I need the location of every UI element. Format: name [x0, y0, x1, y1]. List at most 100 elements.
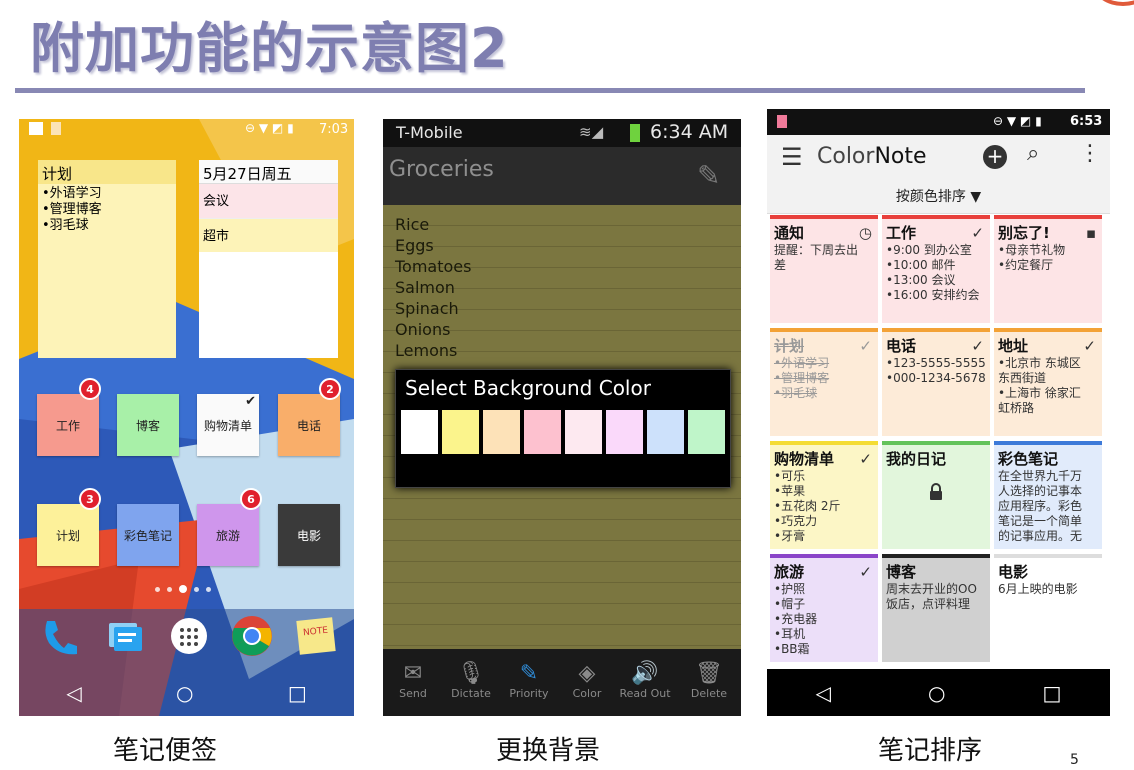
grocery-item: Eggs [395, 236, 434, 255]
notification-icon [777, 115, 787, 128]
status-icons: ⊖ ▼ ◩ ▮ [993, 114, 1042, 128]
chrome-icon[interactable] [231, 615, 273, 657]
status-time: 7:03 [319, 122, 349, 137]
send-icon: ✉ [403, 661, 423, 686]
nav-bar: ◁ ○ □ [19, 669, 354, 716]
card-line: •外语学习 [774, 356, 830, 370]
colornote-phone-screenshot: ⊖ ▼ ◩ ▮ 6:53 ☰ ColorNote + ⌕ ⋮ 按颜色排序 ▼ 通… [767, 109, 1110, 716]
back-button[interactable]: ◁ [816, 681, 831, 705]
caption-note-widgets: 笔记便签 [113, 736, 218, 766]
status-bar: T-Mobile ≋◢ 6:34 AM [383, 119, 741, 147]
note-shortcut-blog[interactable]: 博客 [117, 394, 179, 456]
note-shortcut-shopping[interactable]: 购物清单 ✔ [197, 394, 259, 456]
note-card[interactable]: 地址 ✓ •北京市 东城区 东西街道 •上海市 徐家汇 虹桥路 [994, 328, 1102, 436]
card-line: •五花肉 2斤 [774, 499, 841, 513]
app-logo: ColorNote [817, 144, 927, 169]
comment-icon: ▪ [1085, 224, 1096, 242]
color-swatch-white[interactable] [401, 410, 438, 454]
dictate-button[interactable]: 🎙 Dictate [442, 649, 500, 716]
card-title: 别忘了! [998, 224, 1050, 242]
apps-icon[interactable] [169, 616, 209, 656]
messages-icon[interactable] [105, 617, 145, 657]
check-icon: ✓ [971, 337, 984, 355]
widget-date: 5月27日周五 [199, 160, 338, 184]
calendar-event[interactable]: 会议 [199, 184, 338, 218]
note-shortcut-travel[interactable]: 旅游 [197, 504, 259, 566]
note-card[interactable]: 我的日记 [882, 441, 990, 549]
color-swatch-peach[interactable] [483, 410, 520, 454]
color-swatch-pink[interactable] [524, 410, 561, 454]
note-shortcut-movie[interactable]: 电影 [278, 504, 340, 566]
corner-logo-mark [1094, 0, 1134, 6]
card-line: •9:00 到办公室 [886, 243, 972, 257]
home-button[interactable]: ○ [928, 681, 945, 705]
add-note-icon[interactable]: + [983, 145, 1007, 169]
priority-button[interactable]: ✎ Priority [500, 649, 558, 716]
note-app-label: NOTE [302, 625, 329, 639]
note-card[interactable]: 彩色笔记 在全世界九千万 人选择的记事本 应用程序。彩色 笔记是一个简单 的记事应用。无 [994, 441, 1102, 549]
color-swatch-lavender[interactable] [606, 410, 643, 454]
battery-icon [630, 124, 640, 142]
color-swatch-green[interactable] [688, 410, 725, 454]
recents-button[interactable]: □ [288, 681, 307, 705]
card-line: •充电器 [774, 612, 818, 626]
microphone-icon: 🎙 [457, 661, 485, 686]
note-card[interactable]: 购物清单 ✓ •可乐 •苹果 •五花肉 2斤 •巧克力 •牙膏 [770, 441, 878, 549]
delete-button[interactable]: 🗑 Delete [680, 649, 738, 716]
note-card[interactable]: 旅游 ✓ •护照 •帽子 •充电器 •耳机 •BB霜 [770, 554, 878, 662]
grocery-item: Tomatoes [395, 257, 472, 276]
send-button[interactable]: ✉ Send [384, 649, 442, 716]
recents-button[interactable]: □ [1043, 681, 1062, 705]
sort-dropdown[interactable]: 按颜色排序 ▼ [767, 181, 1110, 214]
back-button[interactable]: ◁ [66, 681, 81, 705]
grocery-item: Salmon [395, 278, 455, 297]
note-card[interactable]: 计划 ✓ •外语学习 •管理博客 •羽毛球 [770, 328, 878, 436]
unread-badge: 3 [79, 488, 101, 510]
menu-icon[interactable]: ☰ [781, 143, 803, 171]
widget-title: 计划 [38, 160, 176, 184]
search-icon[interactable]: ⌕ [1027, 141, 1039, 166]
note-title[interactable]: Groceries [389, 157, 494, 182]
note-shortcut-plan[interactable]: 计划 [37, 504, 99, 566]
note-card[interactable]: 通知 ◷ 提醒：下周去出差 [770, 215, 878, 323]
color-swatch-light-pink[interactable] [565, 410, 602, 454]
card-line: •巧克力 [774, 514, 818, 528]
note-card[interactable]: 工作 ✓ •9:00 到办公室 •10:00 邮件 •13:00 会议 •16:00 安排… [882, 215, 990, 323]
note-shortcut-colornote[interactable]: 彩色笔记 [117, 504, 179, 566]
read-out-button[interactable]: 🔊 Read Out [616, 649, 674, 716]
note-card[interactable]: 电话 ✓ •123-5555-5555 •000-1234-5678 [882, 328, 990, 436]
card-line: 虹桥路 [998, 401, 1035, 415]
grocery-item: Onions [395, 320, 451, 339]
card-line: •耳机 [774, 627, 806, 641]
note-shortcut-work[interactable]: 工作 [37, 394, 99, 456]
note-app-icon[interactable]: NOTE [296, 617, 336, 655]
check-icon: ✓ [1083, 337, 1096, 355]
edit-pencil-icon[interactable]: ✎ [697, 159, 720, 192]
color-button[interactable]: ◈ Color [558, 649, 616, 716]
note-card[interactable]: 别忘了! ▪ •母亲节礼物 •约定餐厅 [994, 215, 1102, 323]
check-icon: ✔ [245, 394, 256, 409]
widget-line: •羽毛球 [42, 218, 89, 233]
status-bar: ⊖ ▼ ◩ ▮ 6:53 [767, 109, 1110, 135]
app-logo-suffix: Note [874, 144, 927, 169]
note-card[interactable]: 博客 周末去开业的OO 饭店，点评料理 [882, 554, 990, 662]
color-swatch-yellow[interactable] [442, 410, 479, 454]
card-line: 笔记是一个简单 [998, 514, 1083, 528]
check-icon: ✓ [859, 337, 872, 355]
note-shortcut-phone[interactable]: 电话 [278, 394, 340, 456]
phone-icon[interactable] [39, 617, 79, 657]
calendar-event[interactable]: 超市 [199, 218, 338, 252]
status-bar: ⊖ ▼ ◩ ▮ 7:03 [19, 119, 354, 141]
overflow-menu-icon[interactable]: ⋮ [1079, 141, 1101, 166]
calendar-note-widget[interactable]: 5月27日周五 会议 超市 [199, 160, 338, 358]
caption-note-sorting: 笔记排序 [878, 736, 983, 766]
card-line: •牙膏 [774, 529, 806, 543]
color-swatch-blue[interactable] [647, 410, 684, 454]
unread-badge: 4 [79, 378, 101, 400]
home-button[interactable]: ○ [176, 681, 193, 705]
card-line: •10:00 邮件 [886, 258, 956, 272]
plan-note-widget[interactable]: 计划 •外语学习 •管理博客 •羽毛球 [38, 160, 176, 358]
page-dot [206, 586, 211, 592]
note-card[interactable]: 电影 6月上映的电影 [994, 554, 1102, 662]
slide-title: 附加功能的示意图2 [30, 17, 509, 80]
